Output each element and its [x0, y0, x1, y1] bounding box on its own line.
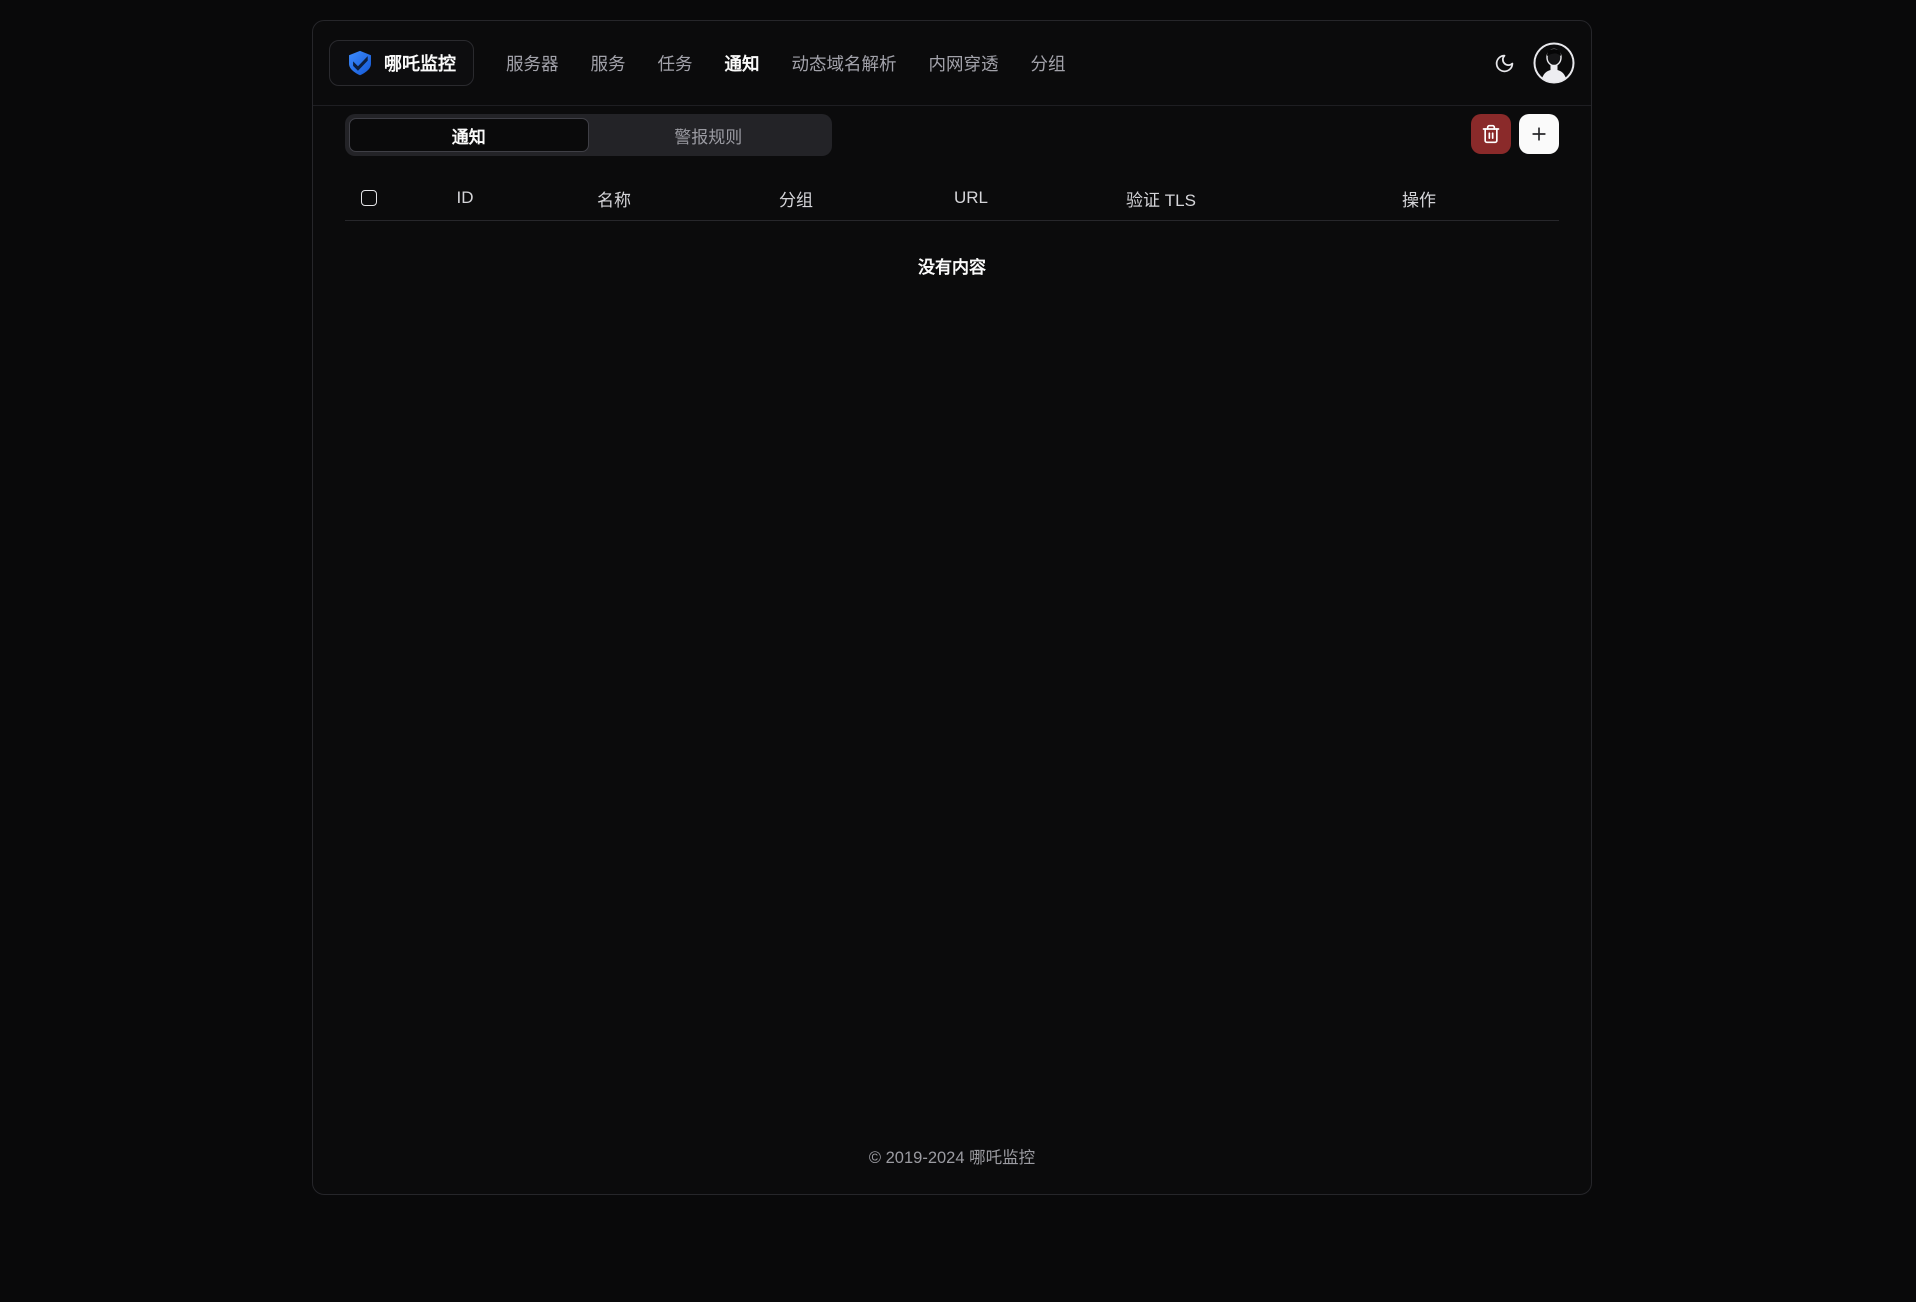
theme-toggle-button[interactable] — [1485, 44, 1523, 82]
table-header-row: ID 名称 分组 URL 验证 TLS 操作 — [345, 176, 1559, 221]
select-all-checkbox[interactable] — [361, 190, 377, 206]
content-spacer — [345, 278, 1559, 1144]
topbar-actions — [1485, 42, 1575, 84]
plus-icon — [1529, 124, 1549, 144]
nav-item-tasks[interactable]: 任务 — [642, 41, 709, 86]
top-navigation-bar: 哪吒监控 服务器 服务 任务 通知 动态域名解析 内网穿透 分组 — [313, 21, 1591, 106]
nav-item-ddns[interactable]: 动态域名解析 — [776, 41, 913, 86]
add-button[interactable] — [1519, 114, 1559, 154]
trash-icon — [1481, 124, 1501, 144]
moon-icon — [1494, 53, 1515, 74]
nav-item-servers[interactable]: 服务器 — [490, 41, 575, 86]
brand-name: 哪吒监控 — [384, 50, 456, 76]
empty-state-text: 没有内容 — [345, 221, 1559, 278]
shield-check-icon — [347, 50, 373, 76]
column-header-actions: 操作 — [1279, 186, 1559, 211]
column-header-url: URL — [899, 188, 1043, 208]
table-header-checkbox-cell — [345, 190, 395, 206]
tab-alert-rules[interactable]: 警报规则 — [589, 118, 829, 152]
column-header-group: 分组 — [693, 186, 899, 211]
toolbar-actions — [1471, 114, 1559, 154]
tab-notifications[interactable]: 通知 — [349, 118, 589, 152]
nav-item-groups[interactable]: 分组 — [1015, 41, 1082, 86]
notifications-page: 通知 警报规则 — [313, 106, 1591, 1194]
column-header-verify-tls: 验证 TLS — [1043, 186, 1279, 211]
delete-button[interactable] — [1471, 114, 1511, 154]
nav-item-services[interactable]: 服务 — [575, 41, 642, 86]
toolbar: 通知 警报规则 — [345, 114, 1559, 156]
nav-item-notifications[interactable]: 通知 — [709, 41, 776, 86]
column-header-name: 名称 — [535, 186, 693, 211]
brand-logo-button[interactable]: 哪吒监控 — [329, 40, 474, 86]
tab-switcher: 通知 警报规则 — [345, 114, 832, 156]
user-avatar[interactable] — [1533, 42, 1575, 84]
column-header-id: ID — [395, 188, 535, 208]
main-nav: 服务器 服务 任务 通知 动态域名解析 内网穿透 分组 — [490, 41, 1082, 86]
footer-copyright: © 2019-2024 哪吒监控 — [345, 1144, 1559, 1178]
nav-item-nat[interactable]: 内网穿透 — [913, 41, 1015, 86]
main-card: 哪吒监控 服务器 服务 任务 通知 动态域名解析 内网穿透 分组 — [312, 20, 1592, 1195]
